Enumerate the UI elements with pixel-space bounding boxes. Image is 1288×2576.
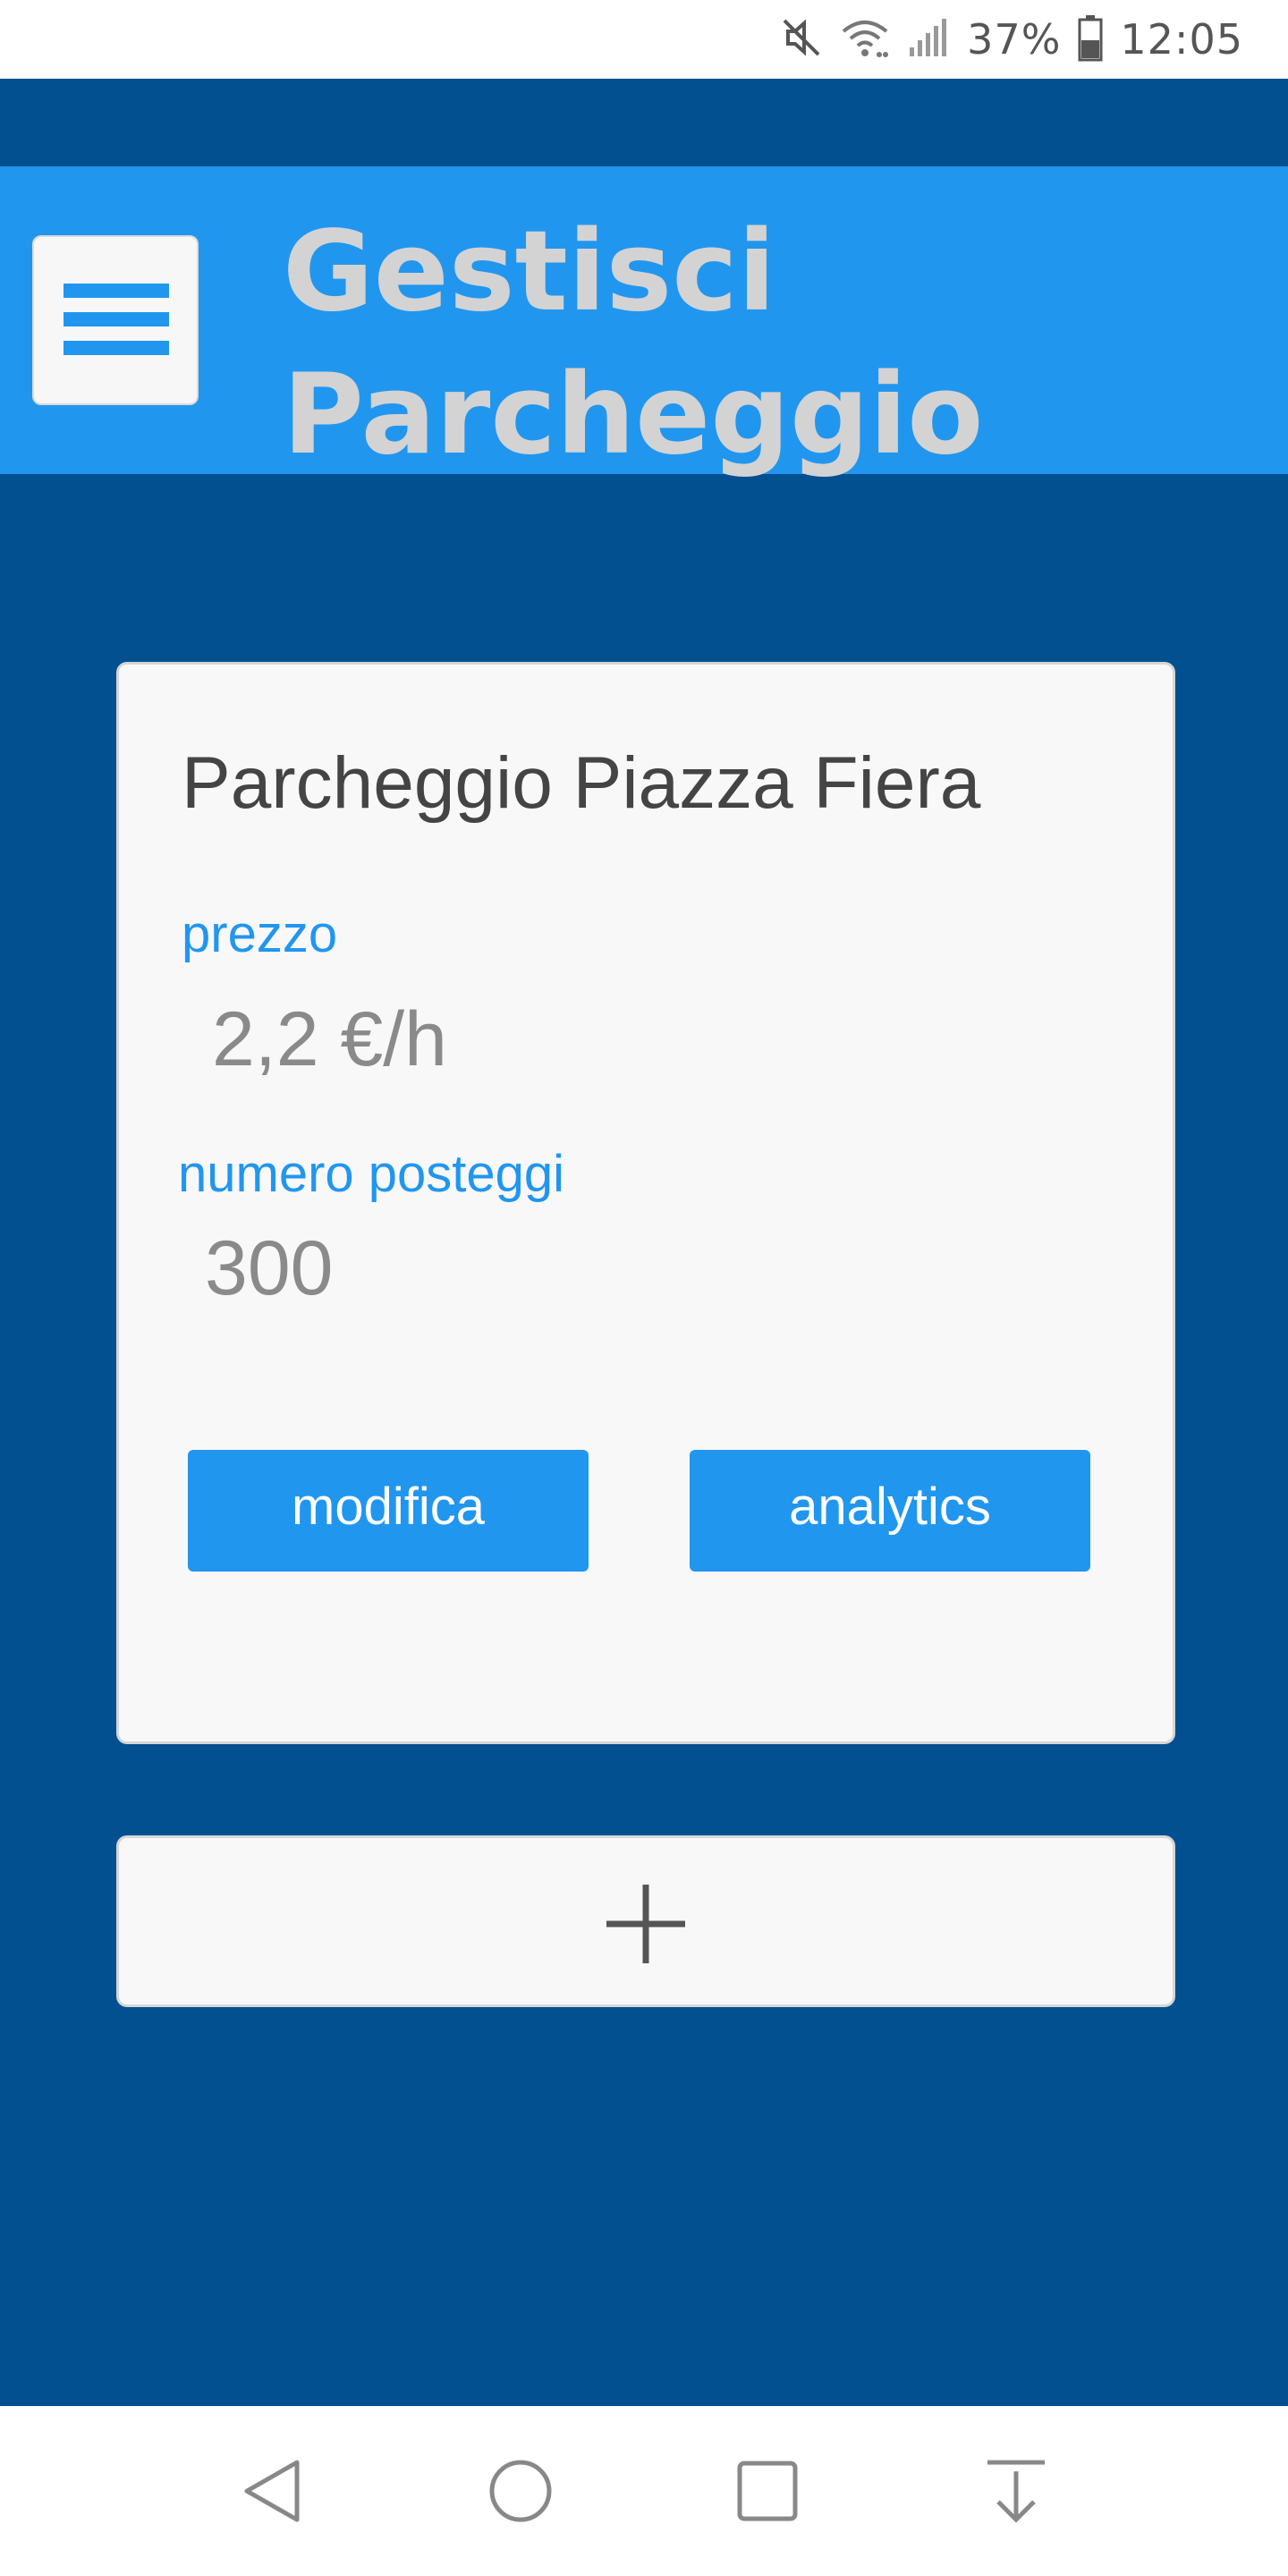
spots-label: numero posteggi: [178, 1145, 565, 1203]
add-parking-button[interactable]: [116, 1835, 1175, 2007]
status-bar: 37% 12:05: [0, 0, 1288, 79]
price-label: prezzo: [182, 905, 338, 963]
plus-icon: [603, 1881, 689, 1967]
notifications-down-icon[interactable]: [980, 2455, 1052, 2527]
mute-icon: [779, 15, 824, 64]
parking-card: Parcheggio Piazza Fiera prezzo 2,2 €/h n…: [116, 662, 1175, 1744]
signal-icon: [906, 15, 951, 64]
home-icon[interactable]: [485, 2455, 556, 2527]
status-icons: 37% 12:05: [779, 13, 1243, 66]
recents-icon[interactable]: [732, 2455, 803, 2527]
wifi-icon: [840, 15, 890, 64]
edit-button[interactable]: modifica: [188, 1450, 589, 1572]
parking-name: Parcheggio Piazza Fiera: [182, 742, 981, 824]
menu-button[interactable]: [32, 235, 199, 405]
navigation-bar: [0, 2406, 1288, 2576]
page-title: Gestisci Parcheggio: [283, 208, 984, 479]
spots-value: 300: [205, 1225, 334, 1311]
price-value: 2,2 €/h: [212, 996, 447, 1082]
analytics-button[interactable]: analytics: [690, 1450, 1090, 1572]
clock: 12:05: [1120, 15, 1243, 64]
battery-percent: 37%: [967, 15, 1062, 64]
back-icon[interactable]: [238, 2455, 309, 2527]
battery-icon: [1077, 13, 1104, 65]
app-header: Gestisci Parcheggio: [0, 166, 1288, 479]
